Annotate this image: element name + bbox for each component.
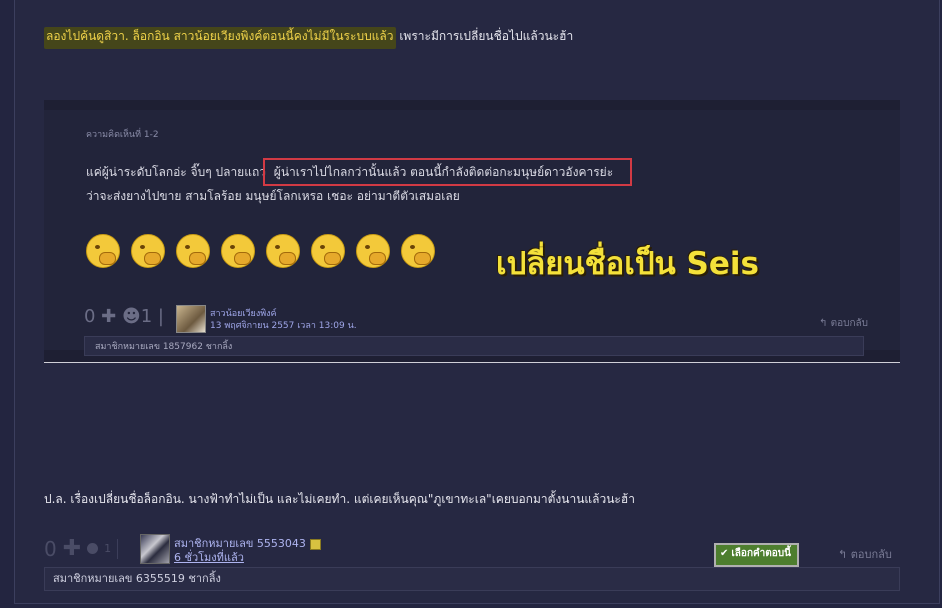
post-time[interactable]: 6 ชั่วโมงที่แล้ว	[174, 548, 244, 566]
choose-answer-label: เลือกคำตอบนี้	[731, 548, 791, 559]
divider	[117, 538, 119, 559]
embedded-screenshot: ความคิดเห็นที่ 1-2 แค่ผู้น่าระดับโลกอ่ะ …	[44, 100, 900, 363]
embedded-reply: ↰ ตอบกลับ	[819, 318, 868, 329]
embedded-line-1: แค่ผู้น่าระดับโลกอ่ะ จิ๊บๆ ปลายแถว ผู้น่…	[86, 158, 633, 186]
embedded-footer: สมาชิกหมายเลข 1857962 ชากลิ้ง	[84, 336, 864, 356]
facepalm-emoji-icon	[401, 234, 435, 268]
vote-count: 0	[44, 536, 57, 561]
embedded-boxed-text: ผู้น่าเราไปไกลกว่านั้นแล้ว ตอนนี้กำลังติ…	[262, 158, 633, 186]
choose-answer-button[interactable]: ✔ เลือกคำตอบนี้	[714, 543, 799, 567]
post-note: ป.ล. เรื่องเปลี่ยนชื่อล็อกอิน. นางฟ้าทำไ…	[44, 492, 635, 506]
facepalm-emoji-icon	[266, 234, 300, 268]
comment-footer: สมาชิกหมายเลข 6355519 ชากลิ้ง	[44, 567, 900, 591]
reply-label: ตอบกลับ	[850, 548, 892, 561]
facepalm-emoji-icon	[221, 234, 255, 268]
embedded-line-1a: แค่ผู้น่าระดับโลกอ่ะ จิ๊บๆ ปลายแถว	[86, 165, 270, 179]
embedded-date: 13 พฤศจิกายน 2557 เวลา 13:09 น.	[210, 321, 357, 331]
facepalm-emoji-icon	[176, 234, 210, 268]
embedded-vote: 0 ✚ ☻1 |	[84, 306, 164, 327]
emoji-row	[86, 234, 435, 268]
facepalm-emoji-icon	[356, 234, 390, 268]
reply-button[interactable]: ↰ ตอบกลับ	[838, 545, 892, 563]
avatar[interactable]	[140, 534, 170, 564]
emotion-count: 1	[104, 542, 112, 555]
embedded-avatar	[176, 305, 206, 333]
post-first-line: ลองไปค้นดูสิวา. ล็อกอิน สาวน้อยเวียงพิงค…	[44, 27, 574, 49]
check-icon: ✔	[720, 548, 729, 559]
embedded-comment-number: ความคิดเห็นที่ 1-2	[86, 130, 159, 140]
embedded-line-2: ว่าจะส่งยางไปขาย สามโลร้อย มนุษย์โลกเหรอ…	[86, 189, 460, 203]
post-text-rest: เพราะมีการเปลี่ยนชื่อไปแล้วนะฮ้า	[395, 29, 574, 43]
highlighted-text: ลองไปค้นดูสิวา. ล็อกอิน สาวน้อยเวียงพิงค…	[44, 27, 396, 49]
emotion-icon[interactable]	[87, 543, 99, 554]
member-badge-icon	[309, 538, 321, 550]
reply-arrow-icon: ↰	[838, 548, 851, 561]
facepalm-emoji-icon	[131, 234, 165, 268]
plus-vote-icon[interactable]: ✚	[63, 536, 81, 561]
facepalm-emoji-icon	[311, 234, 345, 268]
rename-caption: เปลี่ยนชื่อเป็น Seis	[496, 246, 759, 282]
facepalm-emoji-icon	[86, 234, 120, 268]
vote-bar: 0 ✚ 1	[44, 536, 119, 561]
embedded-comment: ความคิดเห็นที่ 1-2 แค่ผู้น่าระดับโลกอ่ะ …	[44, 110, 900, 356]
